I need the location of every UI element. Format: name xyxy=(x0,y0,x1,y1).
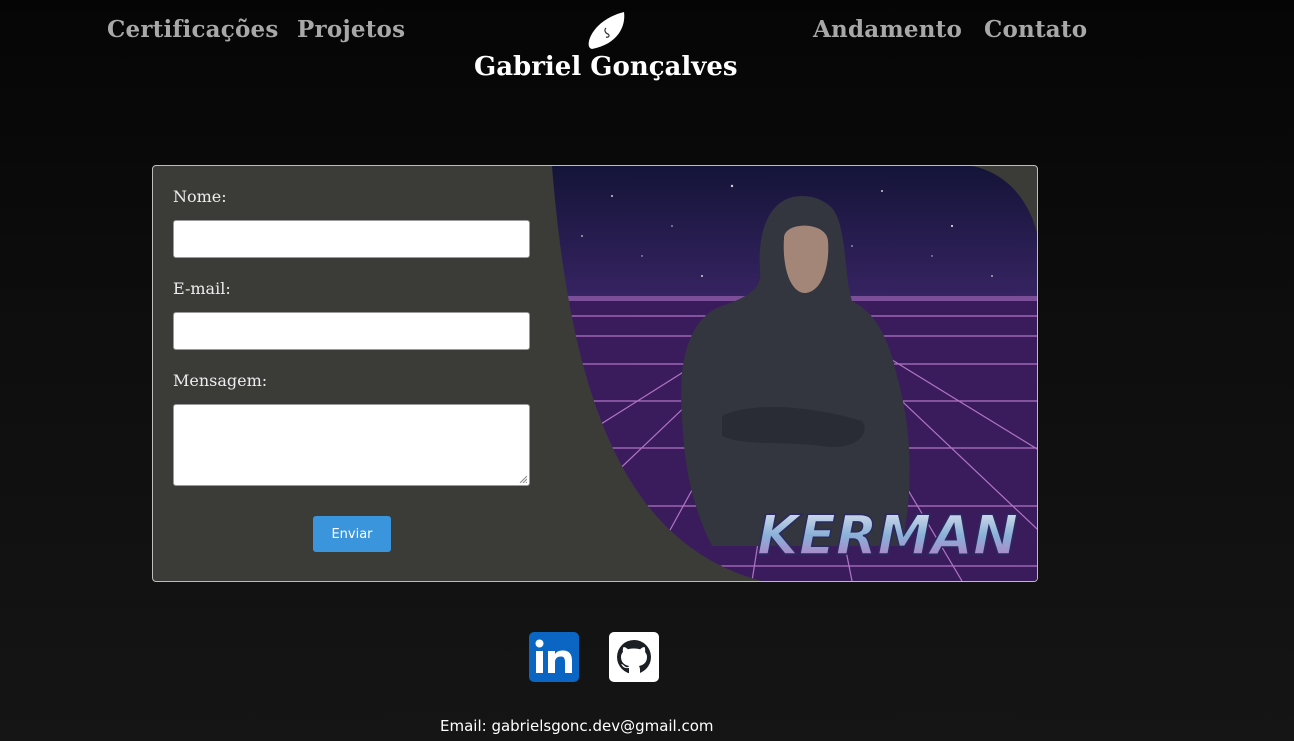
hero-overlay-text: KERMAN xyxy=(757,504,1018,567)
contact-card: Nome: E-mail: Mensagem: Enviar KERMAN xyxy=(152,165,1038,582)
hero-image: KERMAN xyxy=(552,166,1037,581)
leaf-logo-icon[interactable] xyxy=(586,12,626,50)
nav-link-certificacoes[interactable]: Certificações xyxy=(107,16,278,43)
email-input[interactable] xyxy=(173,312,530,350)
page: Certificações Projetos Gabriel Gonçalves… xyxy=(0,0,1294,741)
site-title: Gabriel Gonçalves xyxy=(474,52,738,82)
email-label: E-mail: xyxy=(173,279,231,298)
nav-link-andamento[interactable]: Andamento xyxy=(813,16,962,43)
message-textarea[interactable] xyxy=(173,404,530,486)
nav-link-projetos[interactable]: Projetos xyxy=(297,16,405,43)
footer-email: Email: gabrielsgonc.dev@gmail.com xyxy=(440,717,714,735)
message-label: Mensagem: xyxy=(173,371,268,390)
github-icon[interactable] xyxy=(609,632,659,682)
linkedin-icon[interactable] xyxy=(529,632,579,682)
resize-grip-icon[interactable] xyxy=(519,475,527,483)
nav-link-contato[interactable]: Contato xyxy=(984,16,1087,43)
submit-button[interactable]: Enviar xyxy=(313,516,391,552)
name-input[interactable] xyxy=(173,220,530,258)
name-label: Nome: xyxy=(173,187,227,206)
